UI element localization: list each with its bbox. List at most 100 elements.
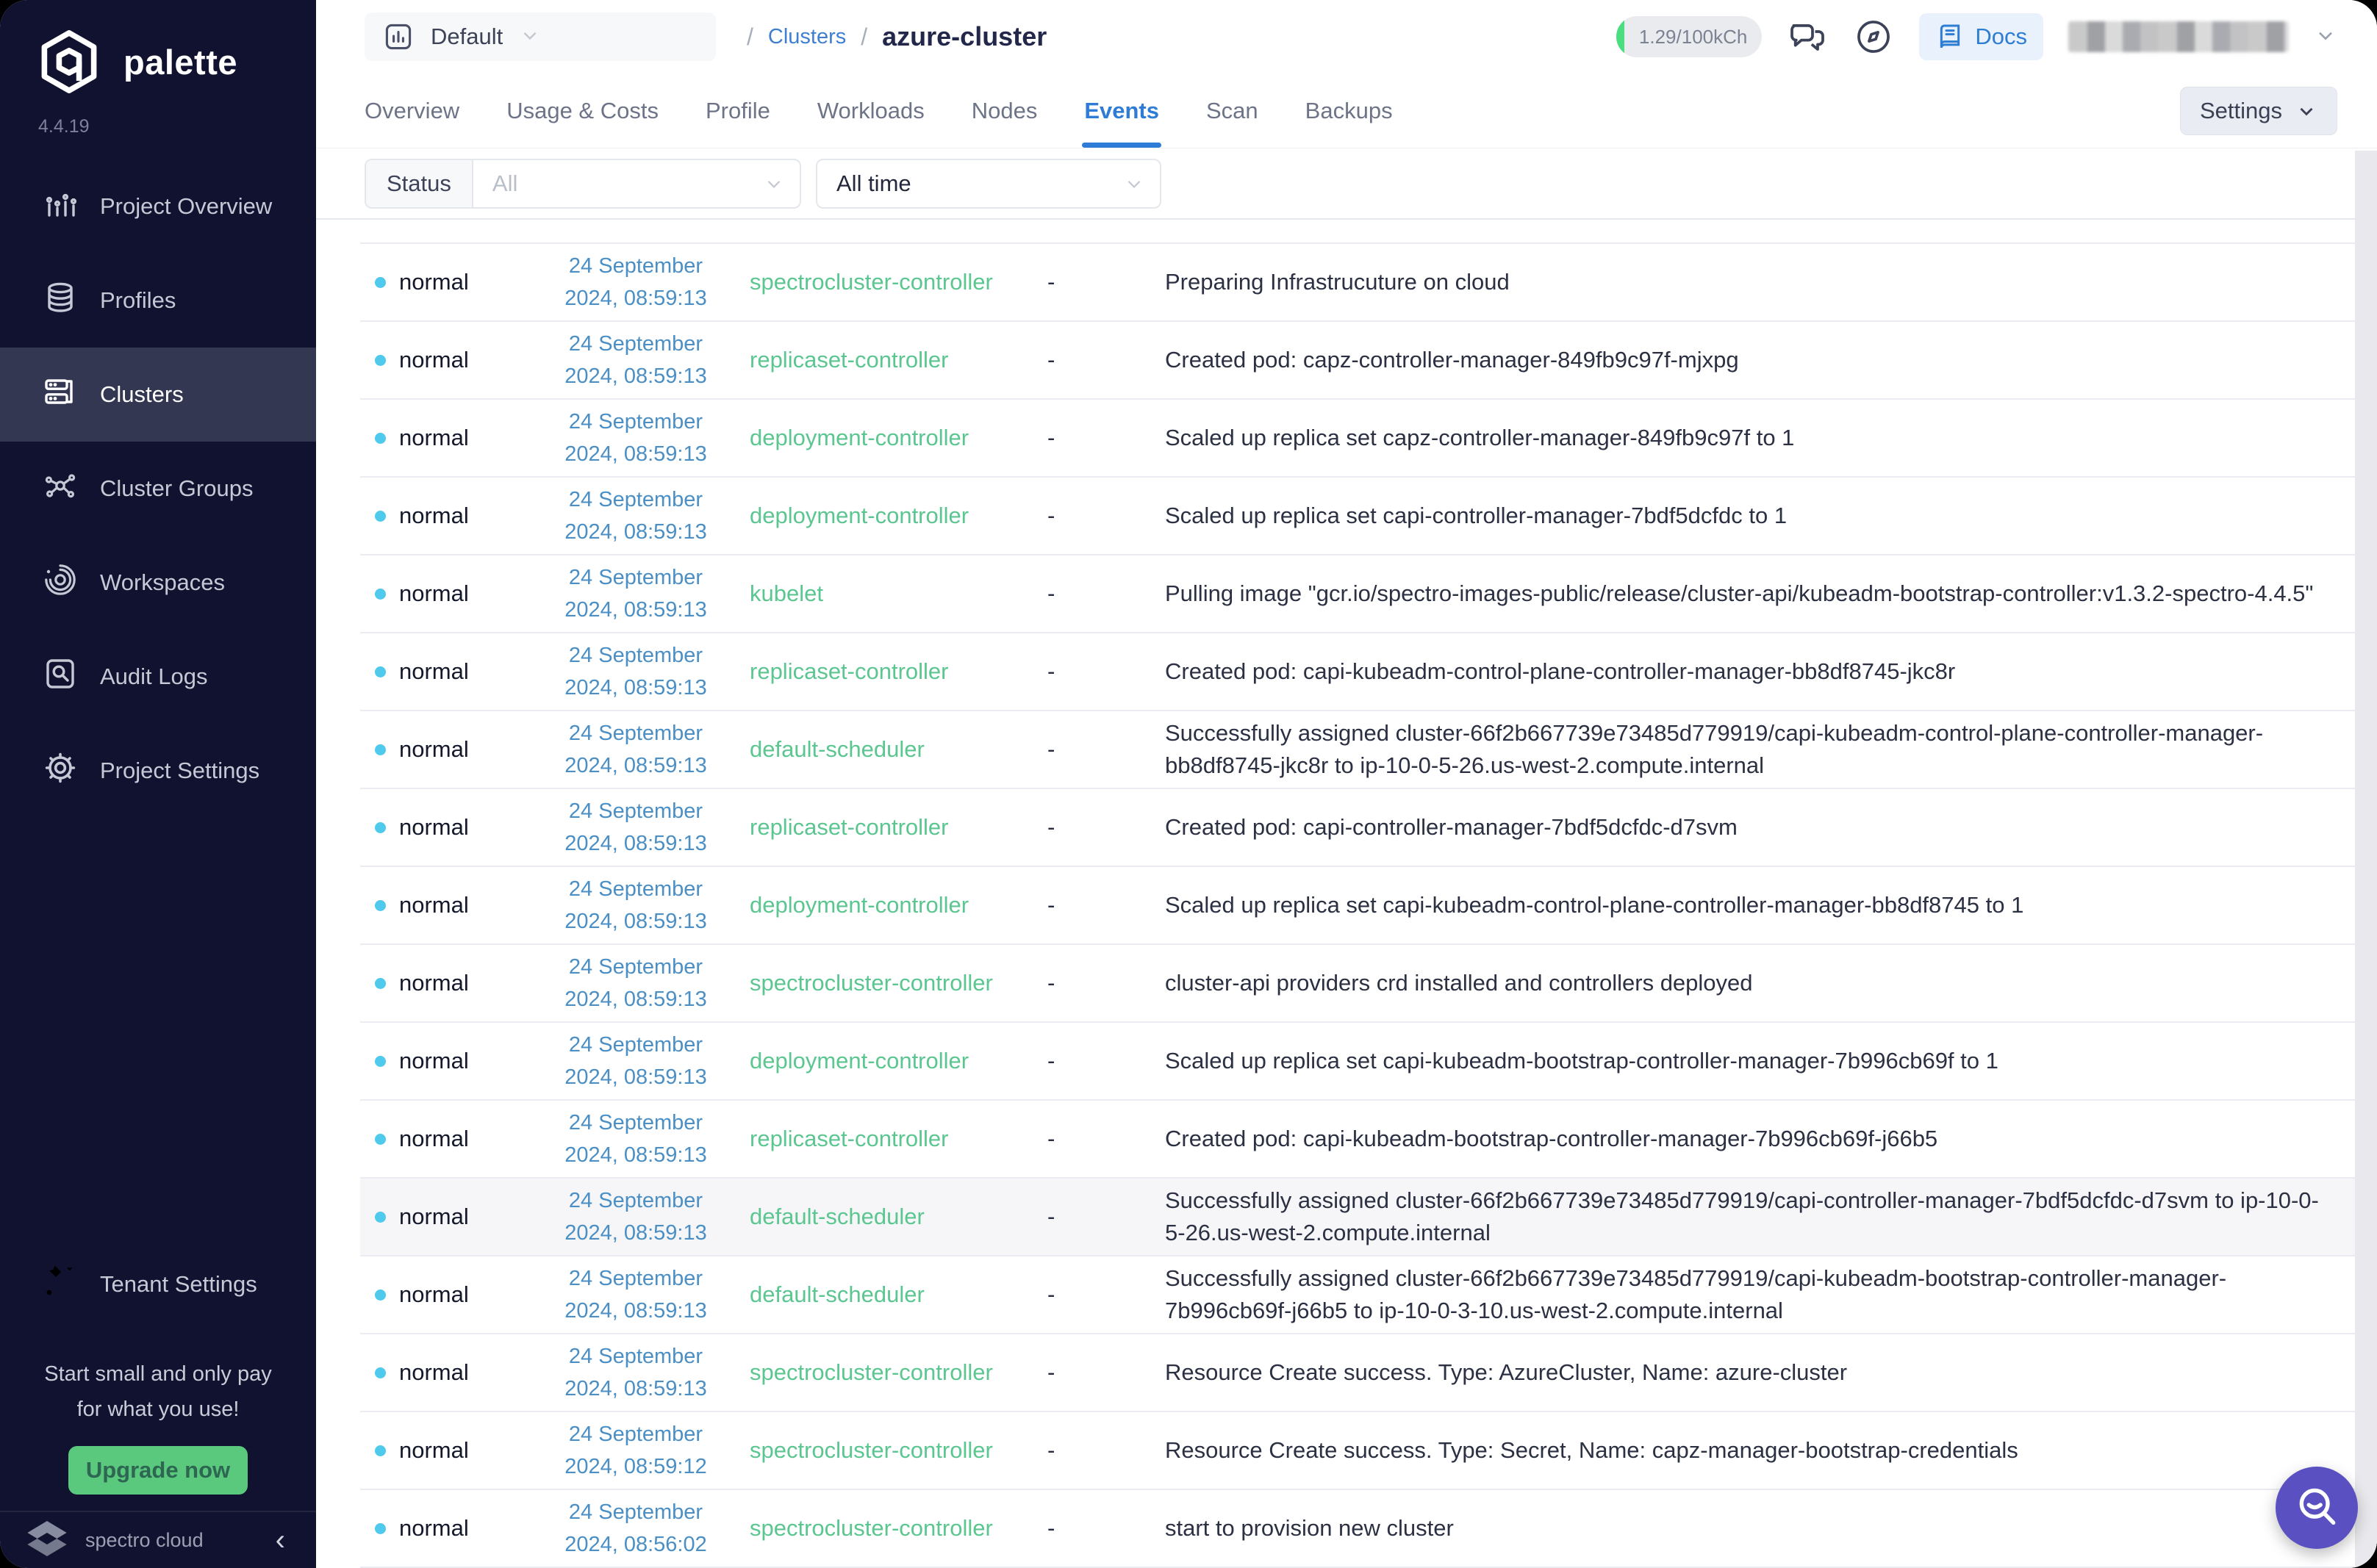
gear-icon (43, 750, 78, 791)
event-status: normal (360, 1359, 544, 1386)
bar-chart-icon (43, 186, 78, 227)
sidebar-spacer (0, 818, 316, 1237)
event-source: spectrocluster-controller (750, 1356, 1007, 1389)
event-message: Created pod: capi-kubeadm-control-plane-… (1125, 655, 2326, 688)
event-row: normal 24 September 2024, 08:59:13 deplo… (360, 398, 2377, 476)
sidebar-item-audit-logs[interactable]: Audit Logs (0, 630, 316, 724)
tab-backups[interactable]: Backups (1305, 73, 1393, 148)
search-smile-icon (2292, 1483, 2342, 1533)
sidebar-item-label: Tenant Settings (100, 1271, 257, 1298)
project-selector[interactable]: Default (365, 12, 716, 61)
layers-icon (43, 280, 78, 321)
chevron-down-icon (2295, 100, 2317, 122)
event-row: normal 24 September 2024, 08:59:13 spect… (360, 1333, 2377, 1411)
sidebar-item-profiles[interactable]: Profiles (0, 253, 316, 348)
sidebar-item-label: Project Overview (100, 193, 272, 220)
tab-overview[interactable]: Overview (365, 73, 459, 148)
event-source: default-scheduler (750, 1201, 1007, 1233)
spectro-cloud-label: spectro cloud (85, 1529, 204, 1552)
docs-button-label: Docs (1975, 24, 2027, 50)
status-dot-icon (375, 433, 386, 444)
tab-profile[interactable]: Profile (706, 73, 770, 148)
compass-icon[interactable] (1853, 16, 1894, 57)
event-timestamp: 24 September 2024, 08:59:13 (544, 1107, 728, 1171)
event-source: deployment-controller (750, 889, 1007, 921)
tab-events[interactable]: Events (1084, 73, 1159, 148)
app-window: palette 4.4.19 Project OverviewProfilesC… (0, 0, 2377, 1568)
sidebar-item-tenant-settings[interactable]: Tenant Settings (0, 1237, 316, 1331)
status-dot-icon (375, 900, 386, 911)
status-filter-label: Status (366, 160, 473, 207)
status-filter[interactable]: Status All (365, 159, 801, 209)
chat-icon[interactable] (1787, 16, 1828, 57)
event-timestamp: 24 September 2024, 08:59:12 (544, 1418, 728, 1483)
collapse-sidebar-icon[interactable]: ‹ (276, 1525, 285, 1555)
event-message: Preparing Infrastrucuture on cloud (1125, 266, 2326, 298)
scrollbar-track[interactable] (2355, 151, 2377, 1568)
chevron-down-icon (519, 24, 541, 50)
cluster-tabs: Overview Usage & Costs Profile Workloads Nod… (316, 73, 2377, 148)
tools-icon (43, 1264, 78, 1305)
event-involved-object: - (1007, 814, 1125, 841)
event-source: spectrocluster-controller (750, 1434, 1007, 1467)
palette-logo-icon (34, 26, 104, 97)
event-source: default-scheduler (750, 1279, 1007, 1311)
status-dot-icon (375, 1445, 386, 1456)
audit-icon (43, 656, 78, 697)
sidebar-item-clusters[interactable]: Clusters (0, 348, 316, 442)
sidebar-item-project-settings[interactable]: Project Settings (0, 724, 316, 818)
status-dot-icon (375, 1290, 386, 1301)
event-involved-object: - (1007, 1281, 1125, 1308)
settings-button[interactable]: Settings (2180, 87, 2337, 135)
event-involved-object: - (1007, 892, 1125, 918)
event-source: deployment-controller (750, 1045, 1007, 1077)
event-involved-object: - (1007, 1437, 1125, 1464)
help-search-fab[interactable] (2276, 1467, 2358, 1549)
status-dot-icon (375, 1134, 386, 1145)
sidebar: palette 4.4.19 Project OverviewProfilesC… (0, 0, 316, 1568)
status-dot-icon (375, 355, 386, 366)
event-message: Scaled up replica set capi-kubeadm-contr… (1125, 889, 2326, 921)
sidebar-item-cluster-groups[interactable]: Cluster Groups (0, 442, 316, 536)
breadcrumb-link-clusters[interactable]: Clusters (768, 25, 846, 49)
chevron-down-icon (763, 160, 800, 207)
sidebar-item-label: Audit Logs (100, 663, 208, 690)
event-message: Scaled up replica set capi-kubeadm-boots… (1125, 1045, 2326, 1077)
tab-workloads[interactable]: Workloads (817, 73, 925, 148)
event-timestamp: 24 September 2024, 08:59:13 (544, 1029, 728, 1093)
status-dot-icon (375, 1212, 386, 1223)
time-range-filter[interactable]: All time (816, 159, 1161, 209)
sidebar-item-workspaces[interactable]: Workspaces (0, 536, 316, 630)
event-source: replicaset-controller (750, 655, 1007, 688)
event-status: normal (360, 347, 544, 373)
tab-usage-costs[interactable]: Usage & Costs (506, 73, 659, 148)
breadcrumb-separator: / (861, 24, 867, 51)
filter-bar: Status All All time (316, 148, 2377, 220)
upsell-banner: Start small and only pay for what you us… (0, 1331, 316, 1495)
event-source: deployment-controller (750, 500, 1007, 532)
project-selector-value: Default (431, 24, 503, 50)
event-row: normal 24 September 2024, 08:56:02 spect… (360, 1489, 2377, 1567)
event-row: normal 24 September 2024, 08:59:13 defau… (360, 1255, 2377, 1333)
event-timestamp: 24 September 2024, 08:59:13 (544, 1262, 728, 1327)
event-row: normal 24 September 2024, 08:59:13 deplo… (360, 476, 2377, 554)
mini-chart-icon (382, 21, 415, 53)
event-status: normal (360, 1437, 544, 1464)
event-involved-object: - (1007, 736, 1125, 763)
tab-nodes[interactable]: Nodes (972, 73, 1038, 148)
event-timestamp: 24 September 2024, 08:59:13 (544, 250, 728, 314)
event-involved-object: - (1007, 425, 1125, 451)
status-dot-icon (375, 822, 386, 833)
upgrade-now-button[interactable]: Upgrade now (68, 1446, 248, 1495)
event-message: Successfully assigned cluster-66f2b66773… (1125, 1184, 2326, 1249)
event-message: Resource Create success. Type: AzureClus… (1125, 1356, 2326, 1389)
event-message: Scaled up replica set capi-controller-ma… (1125, 500, 2326, 532)
sidebar-item-project-overview[interactable]: Project Overview (0, 159, 316, 253)
event-source: spectrocluster-controller (750, 1512, 1007, 1544)
tab-scan[interactable]: Scan (1206, 73, 1258, 148)
docs-button[interactable]: Docs (1919, 13, 2043, 60)
event-status: normal (360, 580, 544, 607)
user-menu-chevron-down-icon[interactable] (2314, 24, 2337, 51)
event-row: normal 24 September 2024, 08:59:13 repli… (360, 1099, 2377, 1177)
status-dot-icon (375, 1056, 386, 1067)
